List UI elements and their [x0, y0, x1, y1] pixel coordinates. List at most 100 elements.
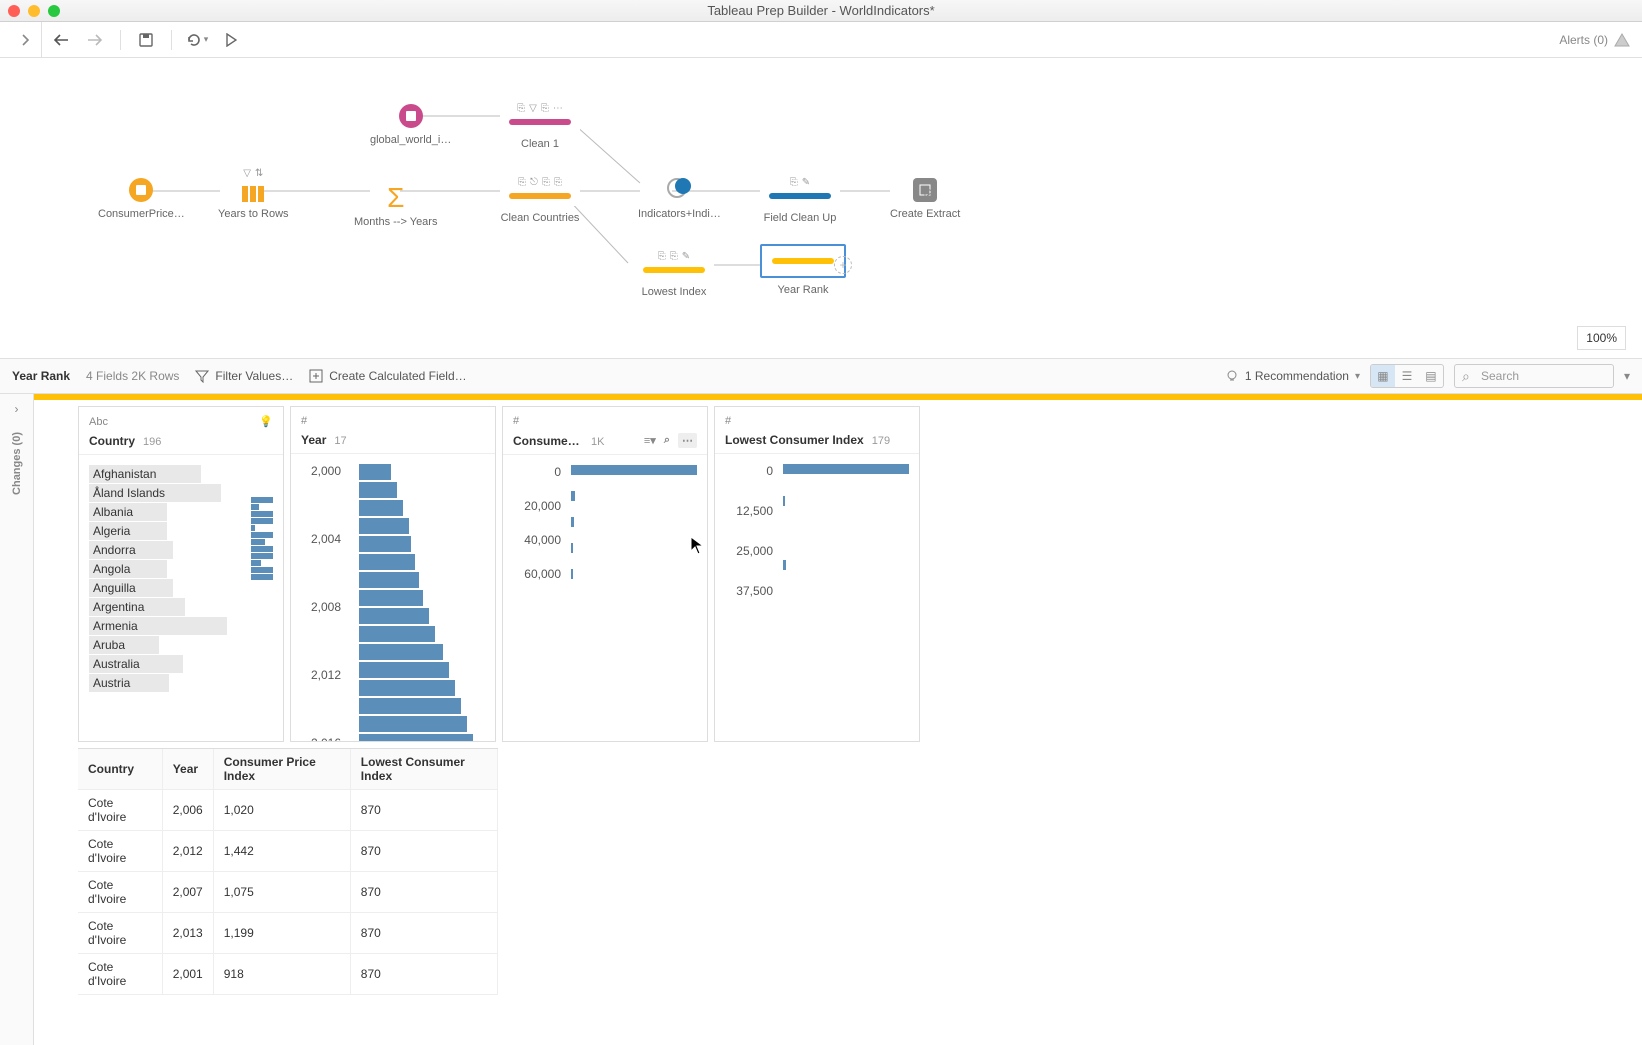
field-card-consumer[interactable]: # Consume… 1K ≡▾ ⌕ ⋯	[502, 406, 708, 742]
histogram[interactable]: 2,000 2,004 2,008 2,012 2,016	[301, 464, 485, 741]
table-row[interactable]: Cote d'Ivoire2,0071,075870	[78, 872, 498, 913]
data-grid[interactable]: Country Year Consumer Price Index Lowest…	[78, 748, 498, 995]
field-count: 196	[143, 436, 161, 448]
chevron-down-icon: ▾	[1355, 371, 1360, 382]
grid-view-button[interactable]: ▤	[1419, 365, 1443, 387]
chevron-right-icon: ›	[15, 402, 19, 416]
list-item[interactable]: Austria	[89, 674, 169, 692]
filter-icon	[195, 369, 209, 383]
table-row[interactable]: Cote d'Ivoire2,0121,442870	[78, 831, 498, 872]
node-months-years[interactable]: Σ Months --> Years	[354, 168, 437, 228]
field-name: Consume…	[513, 434, 580, 448]
list-item[interactable]: Åland Islands	[89, 484, 221, 502]
field-name: Year	[301, 433, 326, 447]
aggregate-icon: Σ	[384, 186, 408, 210]
list-item[interactable]: Armenia	[89, 617, 227, 635]
list-item[interactable]: Argentina	[89, 598, 185, 616]
node-consumer-price[interactable]: ConsumerPrice…	[98, 178, 185, 220]
alerts-indicator[interactable]: Alerts (0)	[1559, 33, 1630, 47]
step-meta: 4 Fields 2K Rows	[86, 369, 179, 383]
col-header[interactable]: Consumer Price Index	[213, 749, 350, 790]
node-label: global_world_i…	[370, 134, 451, 146]
type-icon: #	[725, 415, 731, 427]
join-icon	[667, 178, 691, 196]
node-label: Lowest Index	[642, 286, 707, 298]
profile-view-button[interactable]: ▦	[1371, 365, 1395, 387]
profile-toolbar: Year Rank 4 Fields 2K Rows Filter Values…	[0, 358, 1642, 394]
step-box: ⎘▽⎘⋯	[500, 96, 580, 132]
field-card-year[interactable]: # Year 17 2,000 2,004 2,008 2,012 2,016	[290, 406, 496, 742]
value-list[interactable]: Afghanistan Åland Islands Albania Algeri…	[89, 465, 239, 692]
step-box: ⎘⎋⎘⎘	[500, 170, 580, 206]
node-clean-countries[interactable]: ⎘⎋⎘⎘ Clean Countries	[500, 170, 580, 224]
step-box: ⎘✎	[760, 170, 840, 206]
type-icon: Abc	[89, 416, 108, 428]
node-clean1[interactable]: ⎘▽⎘⋯ Clean 1	[500, 96, 580, 150]
node-years-to-rows[interactable]: ▽⇅ Years to Rows	[218, 168, 289, 220]
field-count: 1K	[591, 436, 604, 448]
histogram[interactable]: 0 12,500 25,000 37,500	[725, 464, 909, 598]
field-name: Country	[89, 434, 135, 448]
list-item[interactable]: Algeria	[89, 522, 167, 540]
list-item[interactable]: Aruba	[89, 636, 159, 654]
node-year-rank[interactable]: Year Rank	[760, 244, 846, 296]
table-row[interactable]: Cote d'Ivoire2,0131,199870	[78, 913, 498, 954]
list-item[interactable]: Anguilla	[89, 579, 173, 597]
field-name: Lowest Consumer Index	[725, 433, 864, 447]
bulb-icon[interactable]: 💡	[259, 415, 273, 428]
add-step-button[interactable]: +	[834, 256, 852, 274]
mini-histogram	[251, 497, 273, 580]
bulb-icon	[1225, 369, 1239, 383]
node-indicators-join[interactable]: Indicators+Indi…	[638, 178, 721, 220]
recommendations-button[interactable]: 1 Recommendation ▾	[1225, 369, 1360, 383]
profile-pane: › Changes (0) Abc 💡 Country 196	[0, 394, 1642, 1045]
histogram[interactable]: 0 20,000 40,000 60,000	[513, 465, 697, 581]
run-flow-button[interactable]	[216, 26, 246, 54]
chevron-down-icon[interactable]: ▾	[1624, 369, 1630, 383]
run-output-button[interactable]	[924, 186, 934, 198]
list-item[interactable]: Albania	[89, 503, 167, 521]
list-item[interactable]: Afghanistan	[89, 465, 201, 483]
col-header[interactable]: Lowest Consumer Index	[350, 749, 497, 790]
changes-rail[interactable]: › Changes (0)	[0, 394, 34, 1045]
filter-values-button[interactable]: Filter Values…	[195, 369, 293, 383]
node-global-world[interactable]: global_world_i…	[370, 104, 451, 146]
sort-button[interactable]: ≡▾	[644, 434, 656, 447]
search-input[interactable]: Search	[1454, 364, 1614, 388]
node-label: Clean 1	[521, 138, 559, 150]
list-item[interactable]: Angola	[89, 560, 167, 578]
search-icon[interactable]: ⌕	[664, 434, 670, 447]
table-row[interactable]: Cote d'Ivoire2,001918870	[78, 954, 498, 995]
back-button[interactable]	[46, 26, 76, 54]
node-label: Year Rank	[778, 284, 829, 296]
profile-cards: Abc 💡 Country 196 Afghanistan Åland Isla…	[34, 400, 1642, 748]
refresh-button[interactable]: ▾	[182, 26, 212, 54]
node-label: Field Clean Up	[764, 212, 837, 224]
step-box-selected	[760, 244, 846, 278]
table-header-row: Country Year Consumer Price Index Lowest…	[78, 749, 498, 790]
save-button[interactable]	[131, 26, 161, 54]
field-card-lowest[interactable]: # Lowest Consumer Index 179 0 12,500 25,…	[714, 406, 920, 742]
node-label: Indicators+Indi…	[638, 208, 721, 220]
type-icon: #	[301, 415, 307, 427]
forward-button[interactable]	[80, 26, 110, 54]
create-calc-field-button[interactable]: Create Calculated Field…	[309, 369, 466, 383]
node-lowest-index[interactable]: ⎘⎘✎ Lowest Index	[634, 244, 714, 298]
table-row[interactable]: Cote d'Ivoire2,0061,020870	[78, 790, 498, 831]
list-item[interactable]: Andorra	[89, 541, 173, 559]
list-item[interactable]: Australia	[89, 655, 183, 673]
more-options-button[interactable]: ⋯	[678, 433, 697, 448]
field-count: 179	[872, 435, 890, 447]
list-view-button[interactable]: ☰	[1395, 365, 1419, 387]
node-create-extract[interactable]: Create Extract	[890, 178, 960, 220]
field-card-country[interactable]: Abc 💡 Country 196 Afghanistan Åland Isla…	[78, 406, 284, 742]
field-count: 17	[334, 435, 346, 447]
view-toggle[interactable]: ▦ ☰ ▤	[1370, 364, 1444, 388]
node-field-cleanup[interactable]: ⎘✎ Field Clean Up	[760, 170, 840, 224]
col-header[interactable]: Country	[78, 749, 162, 790]
flow-canvas[interactable]: ConsumerPrice… ▽⇅ Years to Rows global_w…	[0, 58, 1642, 358]
node-label: Months --> Years	[354, 216, 437, 228]
col-header[interactable]: Year	[162, 749, 213, 790]
zoom-level[interactable]: 100%	[1577, 326, 1626, 350]
expand-connections-button[interactable]	[8, 22, 42, 57]
